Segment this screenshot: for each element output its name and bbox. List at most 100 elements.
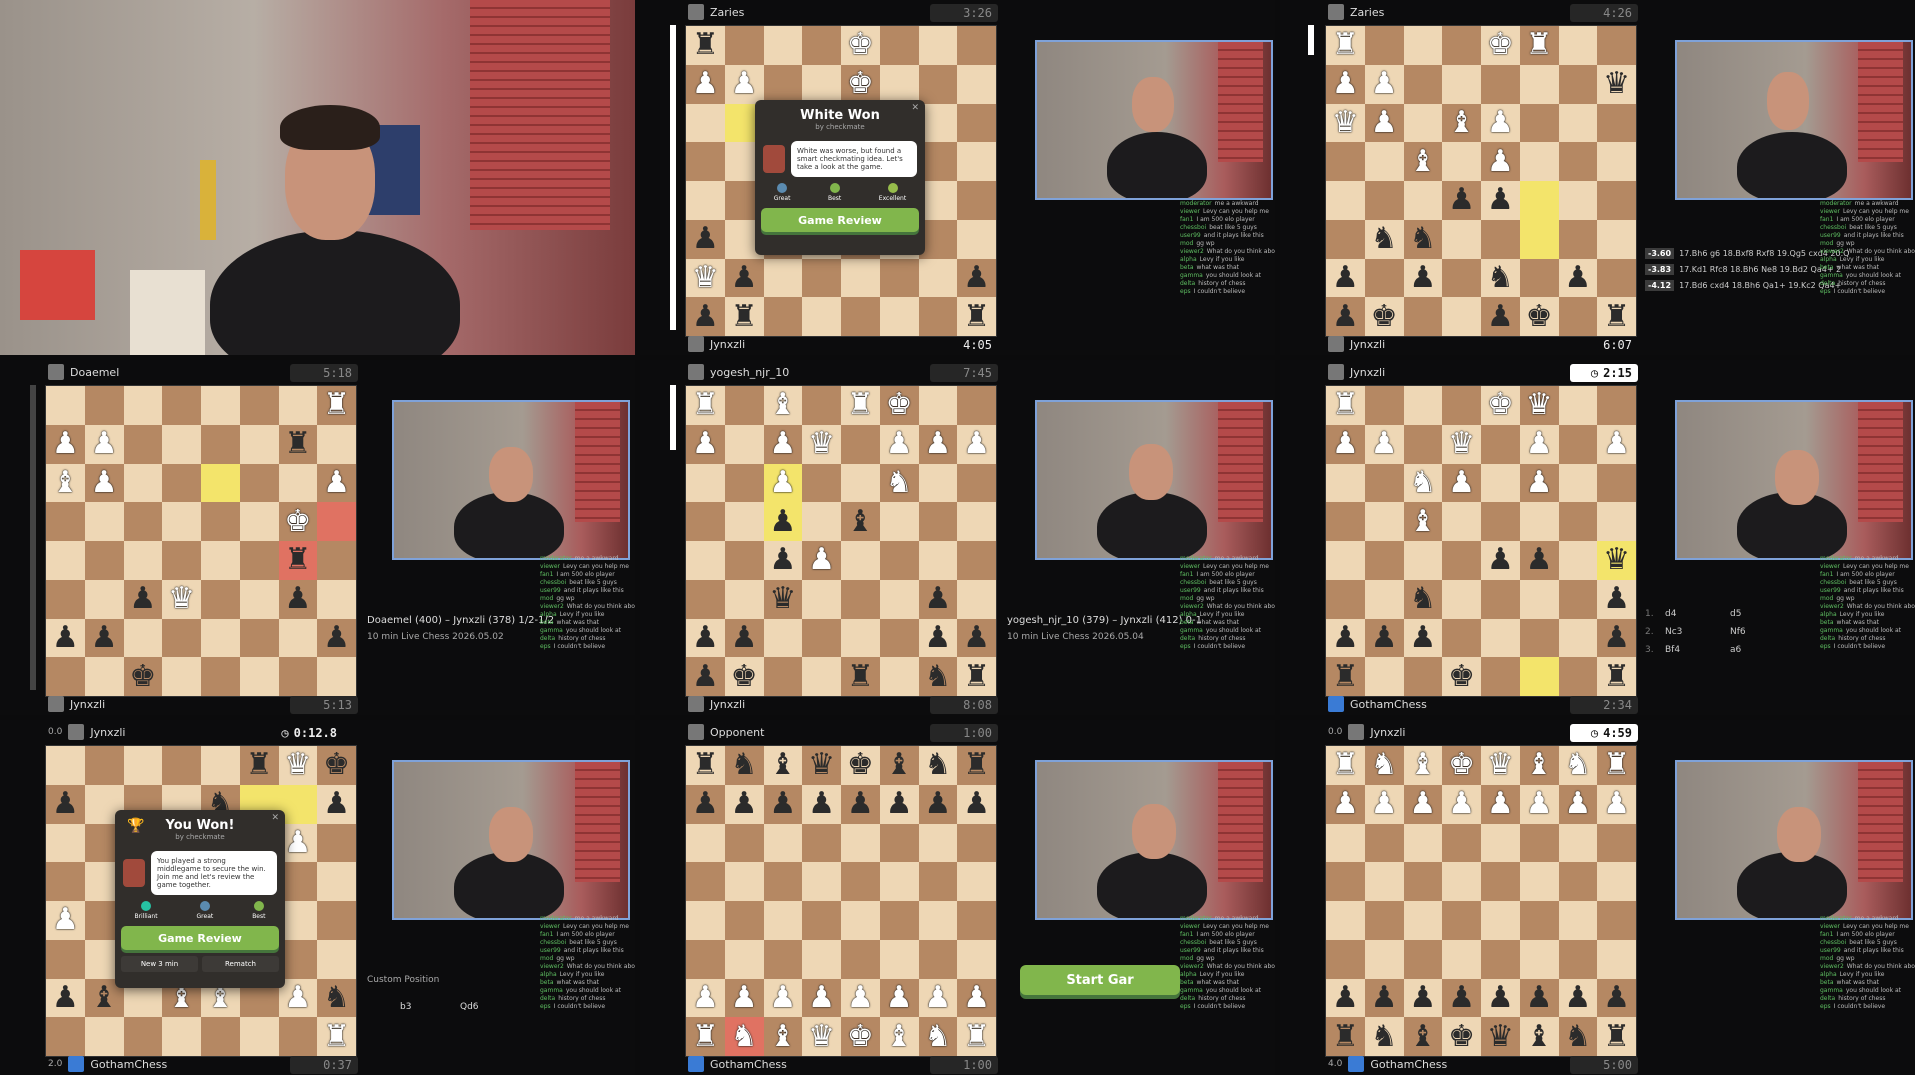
- board-square[interactable]: ♜: [724, 297, 764, 336]
- board-square[interactable]: [957, 219, 996, 259]
- board-square[interactable]: [1442, 386, 1481, 425]
- black-knight-icon[interactable]: ♞: [731, 750, 758, 780]
- board-square[interactable]: ♜: [1326, 1017, 1365, 1056]
- board-square[interactable]: [201, 463, 240, 503]
- black-pawn-icon[interactable]: ♟: [52, 982, 79, 1013]
- board-square[interactable]: [1364, 939, 1404, 979]
- board-square[interactable]: ♛: [1519, 386, 1559, 425]
- board-square[interactable]: ♜: [957, 1017, 996, 1056]
- board-square[interactable]: ♛: [1481, 746, 1520, 785]
- black-rook-icon[interactable]: ♜: [963, 301, 990, 332]
- board-square[interactable]: [879, 618, 919, 658]
- board-square[interactable]: [841, 823, 880, 863]
- board-square[interactable]: ♟: [1481, 181, 1520, 220]
- board-square[interactable]: [841, 424, 880, 464]
- chat-username[interactable]: eps: [1820, 288, 1831, 295]
- board-square[interactable]: ♟: [1481, 142, 1520, 181]
- board-square[interactable]: ♟: [918, 784, 958, 824]
- board-square[interactable]: [46, 386, 85, 425]
- white-pawn-icon[interactable]: ♟: [731, 69, 758, 99]
- board-square[interactable]: ♜: [278, 424, 318, 464]
- chat-username[interactable]: mod: [1820, 240, 1833, 247]
- board-square[interactable]: [879, 297, 919, 336]
- board-square[interactable]: [84, 541, 124, 580]
- board-square[interactable]: ♟: [1326, 978, 1365, 1018]
- board-square[interactable]: ♝: [1403, 142, 1443, 181]
- black-pawn-icon[interactable]: ♟: [323, 622, 350, 653]
- board-square[interactable]: [879, 541, 919, 580]
- chat-username[interactable]: viewer: [1820, 563, 1840, 570]
- board-square[interactable]: [317, 502, 356, 541]
- white-pawn-icon[interactable]: ♟: [692, 69, 719, 99]
- board-square[interactable]: ♟: [46, 901, 85, 940]
- board-square[interactable]: ♟: [1403, 978, 1443, 1018]
- board-square[interactable]: ♟: [1442, 181, 1481, 220]
- chat-username[interactable]: fan1: [1820, 931, 1833, 938]
- board-square[interactable]: ♟: [724, 978, 764, 1018]
- white-rook-icon[interactable]: ♜: [692, 390, 719, 420]
- chat-username[interactable]: beta: [540, 619, 554, 626]
- board-square[interactable]: ♟: [1364, 784, 1404, 824]
- board-square[interactable]: [879, 579, 919, 619]
- black-king-icon[interactable]: ♚: [1448, 661, 1475, 692]
- board-square[interactable]: [1326, 901, 1365, 940]
- board-square[interactable]: [46, 862, 85, 901]
- board-square[interactable]: [239, 579, 279, 619]
- white-bishop-icon[interactable]: ♝: [769, 390, 796, 420]
- board-square[interactable]: [239, 541, 279, 580]
- board-square[interactable]: [802, 386, 841, 425]
- board-square[interactable]: ♟: [918, 424, 958, 464]
- chat-username[interactable]: fan1: [540, 931, 553, 938]
- chat-username[interactable]: mod: [1180, 595, 1193, 602]
- board-square[interactable]: [46, 579, 85, 619]
- board-square[interactable]: [123, 386, 163, 425]
- board-square[interactable]: [84, 579, 124, 619]
- close-icon[interactable]: ✕: [271, 813, 279, 823]
- board-square[interactable]: [123, 746, 163, 785]
- white-king-icon[interactable]: ♚: [1448, 750, 1475, 780]
- board-square[interactable]: [201, 502, 240, 541]
- board-square[interactable]: [1326, 541, 1365, 580]
- board-square[interactable]: [686, 181, 725, 220]
- chat-username[interactable]: eps: [1180, 288, 1191, 295]
- board-square[interactable]: [46, 939, 85, 979]
- black-knight-icon[interactable]: ♞: [924, 750, 951, 780]
- white-pawn-icon[interactable]: ♟: [692, 429, 719, 459]
- board-square[interactable]: ♟: [724, 618, 764, 658]
- board-square[interactable]: ♛: [1597, 541, 1636, 580]
- board-square[interactable]: [1481, 463, 1520, 503]
- board-square[interactable]: [1364, 541, 1404, 580]
- board-square[interactable]: ♛: [802, 1017, 841, 1056]
- black-rook-icon[interactable]: ♜: [847, 661, 874, 692]
- board-square[interactable]: [1597, 103, 1636, 143]
- board-square[interactable]: [1558, 64, 1598, 104]
- black-pawn-icon[interactable]: ♟: [284, 584, 311, 614]
- board-square[interactable]: [317, 939, 356, 979]
- black-bishop-icon[interactable]: ♝: [886, 750, 913, 780]
- board-square[interactable]: [879, 26, 919, 65]
- board-square[interactable]: ♝: [763, 1017, 803, 1056]
- chat-username[interactable]: fan1: [1180, 931, 1193, 938]
- white-pawn-icon[interactable]: ♟: [886, 982, 913, 1013]
- board-square[interactable]: [1364, 901, 1404, 940]
- white-queen-icon[interactable]: ♛: [1526, 390, 1553, 420]
- chat-username[interactable]: eps: [1180, 1003, 1191, 1010]
- black-pawn-icon[interactable]: ♟: [1409, 622, 1436, 653]
- board-square[interactable]: [1519, 579, 1559, 619]
- board-square[interactable]: [1558, 297, 1598, 336]
- board-square[interactable]: ♜: [1597, 297, 1636, 336]
- board-square[interactable]: [957, 579, 996, 619]
- chat-username[interactable]: fan1: [1180, 571, 1193, 578]
- board-square[interactable]: [317, 862, 356, 901]
- board-square[interactable]: ♚: [879, 386, 919, 425]
- black-pawn-icon[interactable]: ♟: [1603, 622, 1630, 653]
- board-square[interactable]: ♚: [841, 26, 880, 65]
- white-knight-icon[interactable]: ♞: [1409, 467, 1436, 498]
- chat-username[interactable]: moderator: [1180, 200, 1212, 207]
- board-square[interactable]: [879, 862, 919, 901]
- white-pawn-icon[interactable]: ♟: [1409, 789, 1436, 819]
- white-queen-icon[interactable]: ♛: [692, 262, 719, 293]
- black-pawn-icon[interactable]: ♟: [731, 622, 758, 653]
- board-square[interactable]: [957, 502, 996, 541]
- board-square[interactable]: ♝: [46, 463, 85, 503]
